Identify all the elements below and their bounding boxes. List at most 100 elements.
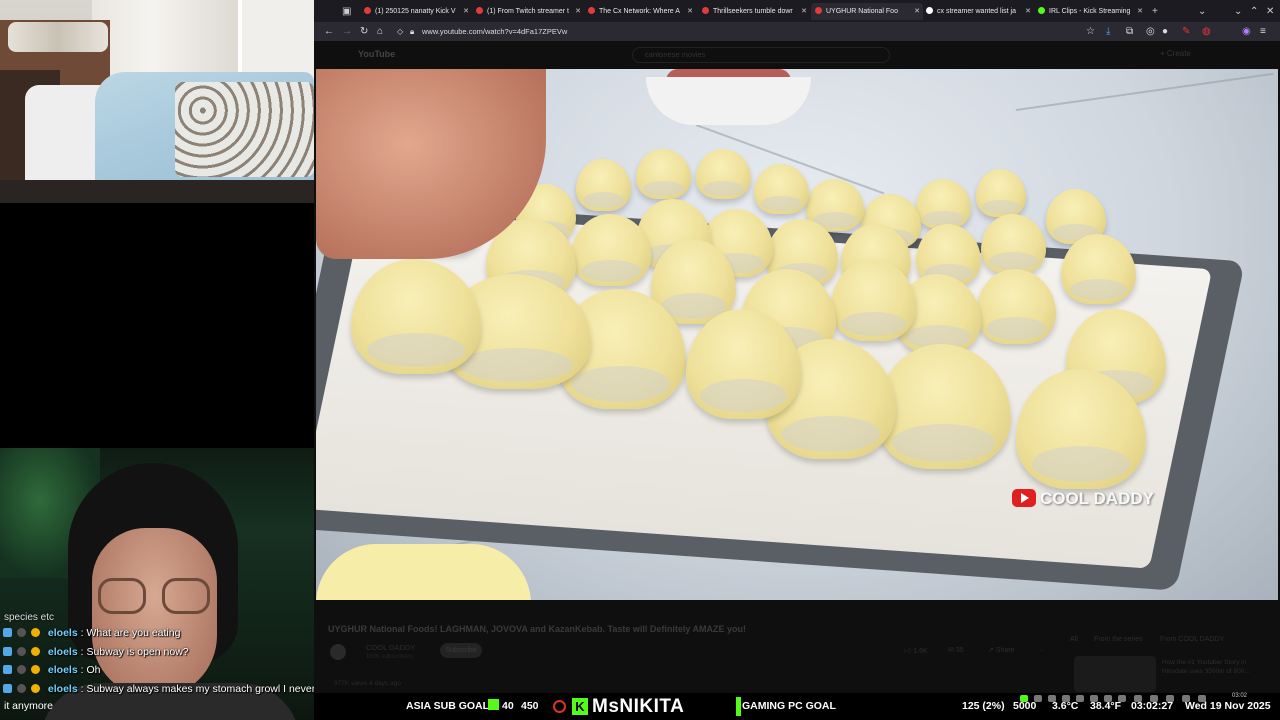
recommended-thumbnail[interactable]: [1074, 656, 1156, 692]
close-tab-icon[interactable]: ✕: [801, 3, 807, 20]
volume-icon[interactable]: [1118, 695, 1126, 702]
channel-avatar[interactable]: [330, 644, 346, 660]
menu-extension-icon[interactable]: ◎: [1146, 24, 1155, 39]
profile-icon[interactable]: ◉: [1242, 24, 1251, 39]
moderator-badge-icon: [3, 628, 12, 637]
chat-text: Oh: [86, 664, 101, 676]
tray-app-icon[interactable]: [1076, 695, 1084, 702]
navigation-bar: ← → ↻ ⌂ ◇ 🔒︎ www.youtube.com/watch?v=4dF…: [314, 22, 1280, 41]
dumpling: [1061, 234, 1136, 304]
streamer-name: MsNIKITA: [592, 696, 685, 717]
channel-name[interactable]: COOL DADDY: [366, 643, 415, 652]
shield-icon[interactable]: ◇: [397, 24, 403, 39]
app-menu-icon[interactable]: ≡: [1260, 24, 1266, 39]
battery-icon[interactable]: [1150, 695, 1158, 702]
chat-wrap-line: it anymore: [4, 700, 54, 712]
youtube-search-input[interactable]: cantonese movies: [632, 47, 890, 63]
download-icon[interactable]: ⤓: [1106, 24, 1110, 39]
share-icon: ↗: [988, 647, 994, 654]
maximize-icon[interactable]: ⌃: [1250, 3, 1258, 20]
emote-badge-icon: [17, 683, 26, 693]
dumpling: [754, 164, 809, 214]
chat-text: Subway always makes my stomach growl I n…: [86, 682, 333, 695]
tray-app-icon[interactable]: [1090, 695, 1098, 702]
tray-app-icon[interactable]: [1048, 695, 1056, 702]
chat-message: eloels : Subway is open now?: [0, 643, 340, 662]
chat-message: eloels : What are you eating: [0, 624, 340, 643]
minimize-icon[interactable]: ⌄: [1234, 3, 1242, 20]
chip-channel[interactable]: From COOL DADDY: [1160, 636, 1224, 643]
goal-progress-fill: [736, 697, 741, 716]
dumpling: [696, 149, 751, 199]
extension-icon[interactable]: ⧉: [1126, 24, 1133, 39]
active-browser-tab[interactable]: UYGHUR National Foo ✕: [811, 3, 923, 20]
keyboard-icon[interactable]: [1198, 695, 1206, 702]
tab-dropdown-icon[interactable]: ⌄: [1198, 3, 1206, 20]
video-player[interactable]: COOL DADDY: [316, 69, 1278, 600]
chat-username: eloels: [47, 627, 78, 639]
red-extension-icon[interactable]: ✎: [1182, 24, 1190, 39]
youtube-logo[interactable]: YouTube: [358, 49, 395, 59]
back-icon[interactable]: ←: [324, 24, 334, 39]
close-tab-icon[interactable]: ✕: [1137, 3, 1143, 20]
browser-window: ▣ (1) 250125 nanatty Kick V ✕ (1) From Tw…: [314, 0, 1280, 693]
chip-all[interactable]: All: [1070, 636, 1078, 643]
close-tab-icon[interactable]: ✕: [687, 3, 693, 20]
browser-tab[interactable]: The Cx Network: Where A ✕: [584, 3, 696, 20]
browser-tab[interactable]: (1) From Twitch streamer t ✕: [472, 3, 584, 20]
emote-badge-icon: [17, 646, 26, 656]
room-camera-feed: [0, 0, 314, 203]
dumpling: [981, 214, 1046, 274]
more-button[interactable]: ...: [1038, 646, 1044, 653]
close-tab-icon[interactable]: ✕: [1025, 3, 1031, 20]
reload-icon[interactable]: ↻: [360, 24, 368, 39]
browser-tab[interactable]: IRL Clips - Kick Streaming ✕: [1034, 3, 1146, 20]
chat-overlay: species etc eloels : What are you eating…: [0, 612, 340, 698]
empty-panel: [0, 203, 314, 448]
bookmark-star-icon[interactable]: ☆: [1086, 24, 1095, 39]
tray-app-icon[interactable]: [1104, 695, 1112, 702]
recommended-title[interactable]: How the #1 Youtuber Story in Hinsdale us…: [1162, 658, 1272, 676]
forward-icon[interactable]: →: [342, 24, 352, 39]
video-title: UYGHUR National Foods! LAGHMAN, JOVOVA a…: [328, 624, 747, 634]
tray-app-icon[interactable]: [1020, 695, 1028, 702]
browser-tab[interactable]: cx streamer wanted list ja ✕: [922, 3, 1034, 20]
record-extension-icon[interactable]: ◍: [1202, 24, 1211, 39]
moderator-badge-icon: [3, 646, 12, 656]
close-tab-icon[interactable]: ✕: [914, 3, 920, 20]
sub-goal-target: 450: [521, 700, 539, 712]
adblock-icon[interactable]: ●: [1162, 24, 1168, 39]
tab-list-icon[interactable]: ▣: [342, 3, 351, 20]
tray-app-icon[interactable]: [1034, 695, 1042, 702]
youtube-header: YouTube cantonese movies + Create: [314, 41, 1280, 69]
url-bar[interactable]: www.youtube.com/watch?v=4dFa17ZPEVw: [422, 24, 567, 39]
create-button[interactable]: + Create: [1160, 49, 1191, 58]
close-window-icon[interactable]: ✕: [1266, 3, 1274, 20]
moderator-badge-icon: [3, 683, 12, 693]
youtube-favicon-icon: [815, 7, 822, 14]
clothes-pile: [8, 22, 108, 52]
settings-icon[interactable]: [1182, 695, 1190, 702]
chip-series[interactable]: From the series: [1094, 636, 1143, 643]
new-tab-button[interactable]: +: [1152, 3, 1158, 20]
notification-icon[interactable]: [1166, 695, 1174, 702]
close-tab-icon[interactable]: ✕: [463, 3, 469, 20]
share-button[interactable]: ↗ Share: [988, 646, 1015, 654]
close-tab-icon[interactable]: ✕: [575, 3, 581, 20]
comment-button[interactable]: ✉︎ 35: [948, 646, 964, 654]
wifi-icon[interactable]: [1134, 695, 1142, 702]
system-clock[interactable]: 03:02: [1232, 693, 1247, 699]
google-favicon-icon: [926, 7, 933, 14]
floral-quilt: [175, 82, 314, 177]
channel-watermark: COOL DADDY: [1012, 489, 1154, 509]
browser-tab[interactable]: Thrillseekers tumble dowr ✕: [698, 3, 810, 20]
browser-tab[interactable]: (1) 250125 nanatty Kick V ✕: [360, 3, 472, 20]
home-icon[interactable]: ⌂: [377, 24, 383, 39]
like-button[interactable]: 👍︎ 1.6K: [904, 646, 928, 655]
stream-layout: species etc eloels : What are you eating…: [0, 0, 1280, 720]
chat-message: eloels : Oh: [0, 661, 340, 680]
tray-app-icon[interactable]: [1062, 695, 1070, 702]
video-info-section: UYGHUR National Foods! LAGHMAN, JOVOVA a…: [314, 600, 1280, 693]
sub-badge-icon: [31, 628, 40, 637]
subscribe-button[interactable]: Subscribe: [440, 643, 482, 658]
